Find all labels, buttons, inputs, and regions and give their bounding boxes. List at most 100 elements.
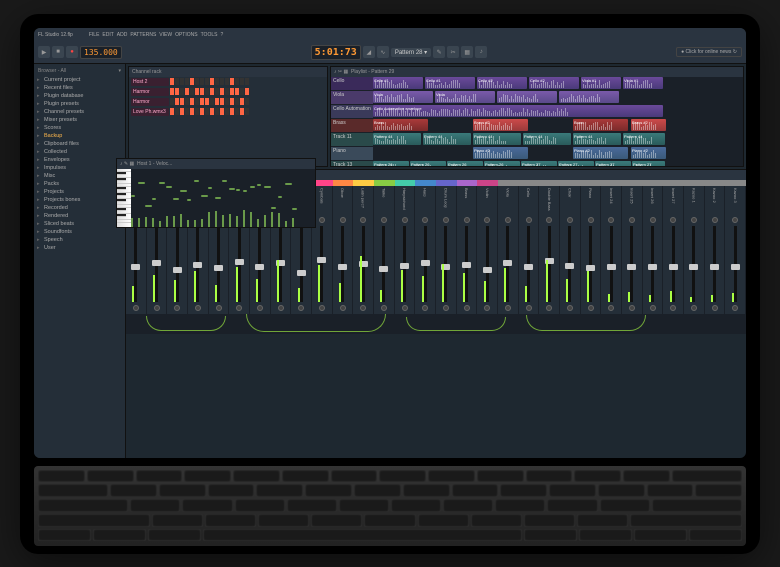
step-button[interactable] <box>230 108 234 115</box>
piano-keyboard[interactable] <box>117 169 131 227</box>
pan-knob[interactable] <box>340 217 346 223</box>
mixer-channel[interactable]: Drum Loop <box>436 186 457 314</box>
send-knob[interactable] <box>236 305 242 311</box>
step-button[interactable] <box>225 88 229 95</box>
channel-name[interactable]: Host 2 <box>131 78 169 86</box>
playlist-timeline[interactable]: Cello #1Cello #1Cello #2Cello #2Viola #1… <box>373 77 743 166</box>
browser-item[interactable]: Impulses <box>36 164 123 172</box>
send-knob[interactable] <box>670 305 676 311</box>
step-button[interactable] <box>245 88 249 95</box>
mixer-channel[interactable]: Kazoo 1 <box>684 186 705 314</box>
playlist-clip[interactable]: Cello #1 <box>373 77 423 89</box>
pan-knob[interactable] <box>608 217 614 223</box>
send-knob[interactable] <box>629 305 635 311</box>
play-button[interactable]: ▶ <box>38 46 50 58</box>
fader-track[interactable] <box>651 226 654 302</box>
pan-knob[interactable] <box>650 217 656 223</box>
fader-handle[interactable] <box>235 259 244 265</box>
browser-item[interactable]: Plugin presets <box>36 100 123 108</box>
fader-track[interactable] <box>734 226 737 302</box>
menu-patterns[interactable]: PATTERNS <box>130 32 156 38</box>
playlist-clip[interactable]: Piano #2 <box>631 147 666 159</box>
step-button[interactable] <box>240 108 244 115</box>
playlist-clip[interactable]: Pattern 26 <box>410 161 446 166</box>
send-knob[interactable] <box>381 305 387 311</box>
send-knob[interactable] <box>298 305 304 311</box>
playlist-clip[interactable]: Viola #1 <box>581 77 621 89</box>
playlist-clip[interactable]: Viola <box>435 91 495 103</box>
fader-handle[interactable] <box>421 260 430 266</box>
step-button[interactable] <box>235 88 239 95</box>
step-button[interactable] <box>185 88 189 95</box>
fader-handle[interactable] <box>173 267 182 273</box>
fader-track[interactable] <box>672 226 675 302</box>
mixer-channel[interactable]: Harpsichord <box>395 186 416 314</box>
step-button[interactable] <box>225 108 229 115</box>
channel-name[interactable]: Love Ph.wmx3 <box>131 108 169 116</box>
browser-item[interactable]: Projects <box>36 188 123 196</box>
step-button[interactable] <box>240 78 244 85</box>
fader-track[interactable] <box>444 226 447 302</box>
step-button[interactable] <box>195 98 199 105</box>
step-button[interactable] <box>190 88 194 95</box>
fader-track[interactable] <box>630 226 633 302</box>
fader-track[interactable] <box>589 226 592 302</box>
fader-track[interactable] <box>548 226 551 302</box>
playlist-header[interactable]: ♪ ✂ ▦ Playlist - Pattern 29 <box>331 67 743 77</box>
pan-knob[interactable] <box>691 217 697 223</box>
mixer-channel[interactable]: Cello <box>519 186 540 314</box>
step-button[interactable] <box>210 108 214 115</box>
fader-track[interactable] <box>527 226 530 302</box>
fader-track[interactable] <box>403 226 406 302</box>
step-button[interactable] <box>245 78 249 85</box>
fader-track[interactable] <box>279 226 282 302</box>
tool-icon[interactable]: ✎ <box>433 46 445 58</box>
step-button[interactable] <box>215 108 219 115</box>
channel-row[interactable]: Host 2 <box>129 77 327 87</box>
step-button[interactable] <box>220 88 224 95</box>
send-knob[interactable] <box>319 305 325 311</box>
fader-handle[interactable] <box>379 266 388 272</box>
playlist-clip[interactable]: Pattern 44 <box>523 133 571 145</box>
step-button[interactable] <box>240 98 244 105</box>
menu-options[interactable]: OPTIONS <box>175 32 198 38</box>
pan-knob[interactable] <box>402 217 408 223</box>
step-button[interactable] <box>180 88 184 95</box>
channel-row[interactable]: Love Ph.wmx3 <box>129 107 327 117</box>
browser-item[interactable]: Speech <box>36 236 123 244</box>
step-button[interactable] <box>215 88 219 95</box>
step-button[interactable] <box>175 78 179 85</box>
playlist-clip[interactable] <box>559 91 619 103</box>
step-button[interactable] <box>175 108 179 115</box>
browser-item[interactable]: Clipboard files <box>36 140 123 148</box>
menu-file[interactable]: FILE <box>89 32 100 38</box>
pan-knob[interactable] <box>732 217 738 223</box>
channel-name[interactable]: Harmor <box>131 98 169 106</box>
playlist-clip[interactable]: Brass #2 <box>631 119 666 131</box>
browser-item[interactable]: Projects bones <box>36 196 123 204</box>
mixer-channel[interactable]: Kazoo 3 <box>725 186 746 314</box>
fader-handle[interactable] <box>255 264 264 270</box>
playlist-clip[interactable]: Cello #2 <box>477 77 527 89</box>
fader-track[interactable] <box>155 226 158 302</box>
menu-edit[interactable]: EDIT <box>102 32 113 38</box>
track-header[interactable]: Brass <box>331 119 373 133</box>
playlist-clip[interactable] <box>497 91 557 103</box>
step-button[interactable] <box>220 78 224 85</box>
playlist-clip[interactable]: Cello Automation envelope <box>373 105 663 117</box>
fader-track[interactable] <box>300 226 303 302</box>
menu-view[interactable]: VIEW <box>159 32 172 38</box>
step-button[interactable] <box>175 88 179 95</box>
fader-track[interactable] <box>713 226 716 302</box>
step-button[interactable] <box>170 78 174 85</box>
menu-add[interactable]: ADD <box>117 32 128 38</box>
step-button[interactable] <box>190 108 194 115</box>
browser-item[interactable]: Channel presets <box>36 108 123 116</box>
fader-handle[interactable] <box>193 262 202 268</box>
track-header[interactable]: Track 11 <box>331 133 373 147</box>
browser-item[interactable]: Envelopes <box>36 156 123 164</box>
piano-roll-header[interactable]: ♪ ✎ ▦ Host 1 - Veloc... <box>117 159 315 169</box>
browser-item[interactable]: Recorded <box>36 204 123 212</box>
playlist-clip[interactable]: Pattern 27 <box>521 161 557 166</box>
fader-handle[interactable] <box>317 257 326 263</box>
